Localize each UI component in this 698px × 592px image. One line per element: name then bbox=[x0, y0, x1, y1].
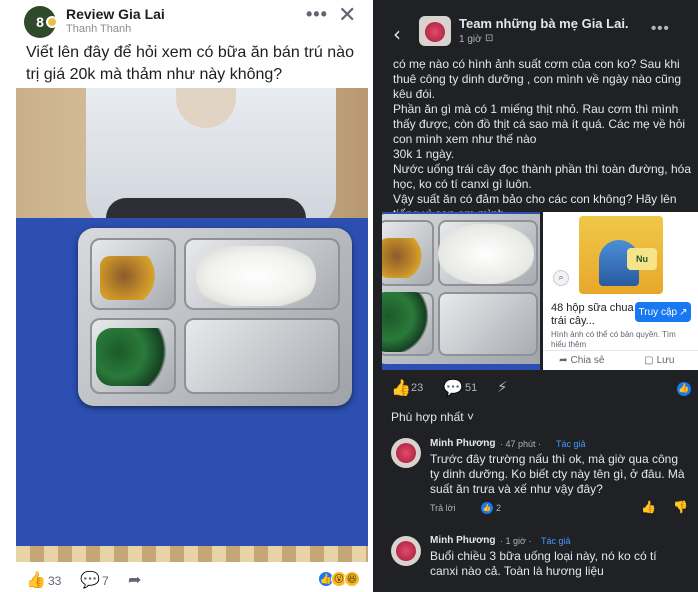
commenter-name[interactable]: Minh Phương bbox=[430, 535, 495, 546]
chevron-down-icon: ˅ bbox=[466, 410, 474, 424]
ad-share-button[interactable]: ➦ Chia sẻ bbox=[543, 355, 621, 366]
comment-like-icon[interactable]: 👍 bbox=[641, 500, 656, 514]
ad-card[interactable]: Nu ⌕ 48 hộp sữa chua trái cây... Truy cậ… bbox=[543, 212, 698, 370]
more-icon[interactable]: ••• bbox=[306, 4, 328, 25]
like-count: 23 bbox=[411, 382, 424, 394]
like-reaction-icon[interactable]: 👍 bbox=[677, 382, 691, 396]
group-avatar[interactable]: 8 bbox=[24, 6, 58, 38]
reply-button[interactable]: Trả lời bbox=[430, 503, 456, 513]
commenter-name[interactable]: Minh Phương bbox=[430, 438, 495, 449]
group-avatar-text: 8 bbox=[36, 14, 44, 30]
comment-count: 7 bbox=[102, 574, 109, 588]
food-vegetables bbox=[96, 328, 172, 386]
external-link-icon: ↗ bbox=[679, 306, 688, 318]
comment-icon[interactable]: 💬 bbox=[80, 570, 100, 589]
left-post-header: 8 Review Gia Lai Thanh Thanh ••• ✕ bbox=[0, 0, 373, 38]
ad-share-label: Chia sẻ bbox=[570, 355, 605, 366]
food-vegetables bbox=[382, 292, 428, 352]
globe-icon: ⊡ bbox=[485, 33, 494, 44]
post-author[interactable]: Thanh Thanh bbox=[66, 23, 131, 35]
right-post-header: ‹ Team những bà mẹ Gia Lai. 1 giờ ⊡ ••• bbox=[373, 0, 698, 48]
author-tag-label: Tác giả bbox=[541, 536, 571, 546]
ad-save-label: Lưu bbox=[656, 355, 675, 366]
visit-button[interactable]: Truy cập ↗ bbox=[635, 302, 691, 322]
rose-icon bbox=[396, 541, 416, 561]
like-count: 33 bbox=[48, 574, 62, 588]
post-time: 1 giờ bbox=[459, 34, 482, 45]
haha-reaction-icon: 😆 bbox=[344, 571, 360, 587]
right-post-actions: 👍 23 💬 51 ⚡ 👍 bbox=[391, 378, 691, 400]
meal-tray bbox=[78, 228, 352, 406]
reaction-summary[interactable]: 👍 😮 😆 bbox=[318, 571, 360, 587]
food-rice bbox=[438, 224, 534, 284]
left-post: 8 Review Gia Lai Thanh Thanh ••• ✕ Viết … bbox=[0, 0, 373, 592]
like-reaction-icon: 👍 bbox=[481, 502, 493, 514]
post-photo[interactable] bbox=[382, 212, 540, 370]
comment-text: Buổi chiều 3 bữa uống loại này, nó ko có… bbox=[430, 549, 657, 578]
more-icon[interactable]: ••• bbox=[651, 20, 670, 37]
commenter-avatar[interactable] bbox=[391, 438, 421, 468]
ad-save-button[interactable]: ▢ Lưu bbox=[621, 355, 698, 366]
post-text-line: 30k 1 ngày. bbox=[393, 147, 455, 161]
product-image: Nu bbox=[579, 216, 663, 294]
post-text-line: Nước uống trái cây đọc thành phần thì to… bbox=[393, 162, 691, 191]
author-tag-label: Tác giả bbox=[556, 439, 586, 449]
right-post: ‹ Team những bà mẹ Gia Lai. 1 giờ ⊡ ••• … bbox=[373, 0, 698, 592]
left-post-actions: 👍 33 💬 7 ➦ 👍 😮 😆 bbox=[0, 562, 373, 592]
meal-tray bbox=[382, 214, 540, 364]
share-icon[interactable]: ➦ bbox=[128, 570, 141, 589]
comment-dislike-icon[interactable]: 👎 bbox=[673, 500, 688, 514]
post-photo[interactable] bbox=[16, 88, 368, 562]
food-meat bbox=[382, 238, 424, 278]
rose-icon bbox=[396, 443, 416, 463]
group-name[interactable]: Team những bà mẹ Gia Lai. bbox=[459, 16, 629, 31]
like-icon[interactable]: 👍 bbox=[26, 570, 46, 589]
visit-button-label: Truy cập bbox=[638, 306, 678, 318]
post-text: Viết lên đây để hỏi xem có bữa ăn bán tr… bbox=[26, 44, 354, 83]
comment-reaction-count: 2 bbox=[496, 503, 502, 513]
close-icon[interactable]: ✕ bbox=[338, 2, 356, 28]
food-meat bbox=[100, 256, 160, 300]
group-avatar[interactable] bbox=[419, 16, 451, 46]
share-icon: ➦ bbox=[559, 355, 568, 366]
post-text-line: có mẹ nào có hình ảnh suất cơm của con k… bbox=[393, 57, 682, 101]
tray-compartment bbox=[438, 292, 538, 356]
group-name[interactable]: Review Gia Lai bbox=[66, 6, 165, 22]
post-text-line: Phần ăn gì mà có 1 miếng thịt nhỏ. Rau c… bbox=[393, 102, 686, 146]
rose-icon bbox=[425, 22, 445, 42]
comment-count: 51 bbox=[465, 382, 478, 394]
photo-floor-stripe bbox=[16, 546, 368, 562]
comment-text: Trước đây trường nấu thì ok, mà giờ qua … bbox=[430, 452, 685, 496]
commenter-avatar[interactable] bbox=[391, 536, 421, 566]
sort-label: Phù hợp nhất bbox=[391, 410, 464, 424]
ad-copyright-note: Hình ảnh có thể có bản quyền. Tìm hiểu t… bbox=[551, 330, 676, 349]
sort-dropdown[interactable]: Phù hợp nhất ˅ bbox=[391, 410, 474, 424]
back-arrow-icon[interactable]: ‹ bbox=[393, 22, 401, 46]
comment-icon[interactable]: 💬 bbox=[443, 378, 463, 397]
comment-time: · 47 phút · bbox=[500, 439, 542, 449]
author-tag: Tác giả bbox=[541, 536, 571, 546]
avatar-decoration-icon bbox=[46, 16, 58, 28]
ad-title[interactable]: 48 hộp sữa chua trái cây... bbox=[551, 302, 635, 328]
ad-actions: ➦ Chia sẻ ▢ Lưu bbox=[543, 350, 698, 370]
product-badge: Nu bbox=[627, 248, 657, 270]
tray-compartment bbox=[184, 318, 340, 394]
comment-time: · 1 giờ · bbox=[500, 536, 532, 546]
messenger-icon[interactable]: ⚡ bbox=[497, 378, 508, 396]
post-text: có mẹ nào có hình ảnh suất cơm của con k… bbox=[393, 57, 693, 222]
screenshot-root: 8 Review Gia Lai Thanh Thanh ••• ✕ Viết … bbox=[0, 0, 698, 592]
food-rice bbox=[196, 246, 316, 306]
lens-icon[interactable]: ⌕ bbox=[553, 270, 569, 286]
comment-reactions[interactable]: 👍 2 bbox=[481, 502, 501, 514]
author-tag: Tác giả bbox=[556, 439, 586, 449]
bookmark-icon: ▢ bbox=[644, 355, 654, 366]
like-icon[interactable]: 👍 bbox=[391, 378, 411, 397]
